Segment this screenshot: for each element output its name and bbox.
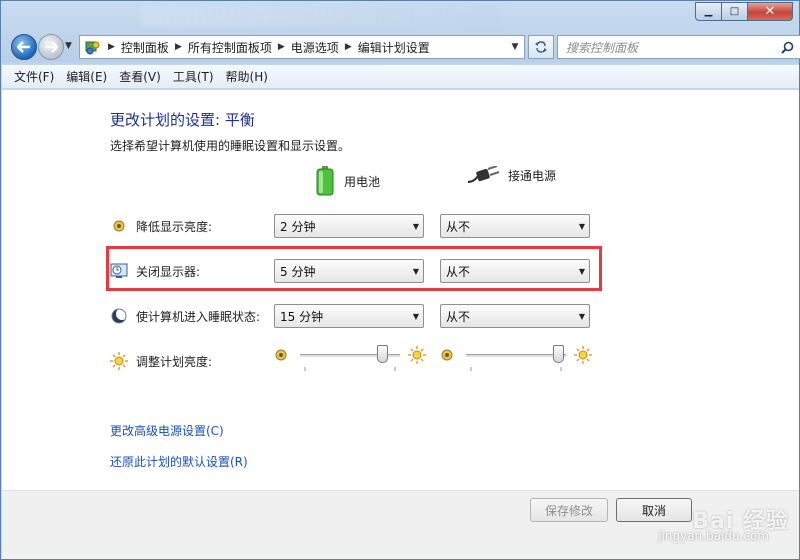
recent-pages-dropdown[interactable]: ▼ (65, 41, 72, 51)
chevron-right-icon[interactable]: ▶ (278, 42, 285, 52)
turn-off-display-battery-value: 5 分钟 (280, 264, 316, 279)
chevron-down-icon: ▼ (578, 221, 585, 231)
dim-display-battery-value: 2 分钟 (280, 219, 316, 234)
content-pane: 更改计划的设置: 平衡 选择希望计算机使用的睡眠设置和显示设置。 用电池 接通电… (2, 90, 799, 490)
sleep-plugged-select[interactable]: 从不 ▼ (440, 304, 590, 328)
arrow-right-icon (45, 41, 58, 53)
cancel-button[interactable]: 取消 (616, 498, 692, 522)
monitor-clock-icon (110, 262, 128, 280)
sun-icon (110, 352, 128, 370)
turn-off-display-battery-select[interactable]: 5 分钟 ▼ (274, 259, 424, 283)
turn-off-display-plugged-value: 从不 (446, 264, 471, 279)
setting-dim-display: 降低显示亮度: (110, 217, 212, 235)
chevron-down-icon: ▼ (578, 311, 585, 321)
page-subtitle: 选择希望计算机使用的睡眠设置和显示设置。 (110, 139, 351, 153)
breadcrumb-control-panel[interactable]: 控制面板 (121, 39, 169, 56)
menu-bar: 文件(F) 编辑(E) 查看(V) 工具(T) 帮助(H) (2, 65, 799, 89)
refresh-icon (535, 41, 547, 53)
search-icon[interactable] (781, 41, 794, 54)
chevron-down-icon: ▼ (578, 266, 585, 276)
menu-tools[interactable]: 工具(T) (167, 68, 220, 85)
title-bar (141, 5, 501, 27)
back-button[interactable] (11, 34, 37, 60)
sleep-battery-select[interactable]: 15 分钟 ▼ (274, 304, 424, 328)
sleep-battery-value: 15 分钟 (280, 309, 324, 324)
chevron-down-icon: ▼ (412, 311, 419, 321)
restore-defaults-link[interactable]: 还原此计划的默认设置(R) (110, 453, 248, 470)
maximize-button[interactable]: □ (721, 2, 747, 21)
slider-track[interactable] (466, 354, 566, 358)
breadcrumb-power-options[interactable]: 电源选项 (291, 39, 339, 56)
footer-bar: 保存修改 取消 (2, 490, 799, 559)
moon-icon (110, 307, 128, 325)
breadcrumb-all-items[interactable]: 所有控制面板项 (188, 39, 272, 56)
control-panel-icon (84, 39, 102, 55)
menu-help[interactable]: 帮助(H) (220, 68, 274, 85)
watermark-url: jingyan.baidu.com (658, 529, 769, 543)
close-button[interactable]: ✕ (747, 2, 793, 21)
bright-sun-icon (408, 346, 426, 364)
menu-view[interactable]: 查看(V) (113, 68, 167, 85)
menu-edit[interactable]: 编辑(E) (60, 68, 113, 85)
page-title: 更改计划的设置: 平衡 (110, 111, 255, 129)
minimize-button[interactable]: ▁ (695, 2, 721, 21)
breadcrumb-edit-plan[interactable]: 编辑计划设置 (358, 39, 430, 56)
sleep-plugged-value: 从不 (446, 309, 471, 324)
address-bar[interactable]: ▶ 控制面板 ▶ 所有控制面板项 ▶ 电源选项 ▶ 编辑计划设置 ▼ (79, 35, 525, 59)
slider-ticks (470, 367, 562, 371)
turn-off-display-plugged-select[interactable]: 从不 ▼ (440, 259, 590, 283)
dim-display-plugged-value: 从不 (446, 219, 471, 234)
window: ▁ □ ✕ ▼ ▶ 控制面板 ▶ 所有控制面板项 ▶ 电源选项 ▶ 编辑计划设置… (0, 0, 800, 560)
search-placeholder: 搜索控制面板 (566, 40, 639, 55)
dim-brightness-icon (441, 349, 453, 361)
arrow-left-icon (17, 41, 30, 53)
power-plug-icon (467, 166, 500, 183)
dim-brightness-icon (275, 349, 287, 361)
forward-button[interactable] (38, 34, 64, 60)
save-button[interactable]: 保存修改 (530, 498, 608, 522)
menu-file[interactable]: 文件(F) (8, 68, 60, 85)
search-input[interactable]: 搜索控制面板 (557, 35, 800, 59)
slider-thumb[interactable] (553, 345, 564, 363)
chevron-right-icon[interactable]: ▶ (345, 42, 352, 52)
setting-sleep: 使计算机进入睡眠状态: (110, 307, 260, 325)
slider-thumb[interactable] (377, 345, 388, 363)
chevron-right-icon[interactable]: ▶ (175, 42, 182, 52)
window-controls: ▁ □ ✕ (695, 2, 793, 21)
refresh-button[interactable] (528, 35, 554, 59)
advanced-settings-link[interactable]: 更改高级电源设置(C) (110, 422, 224, 439)
bright-sun-icon (574, 346, 592, 364)
navigation-bar: ▼ ▶ 控制面板 ▶ 所有控制面板项 ▶ 电源选项 ▶ 编辑计划设置 ▼ 搜索控… (9, 32, 800, 62)
setting-sleep-label: 使计算机进入睡眠状态: (136, 309, 261, 324)
setting-brightness: 调整计划亮度: (110, 352, 212, 370)
dim-brightness-icon (110, 217, 128, 235)
chevron-down-icon[interactable]: ▼ (506, 42, 524, 52)
column-plugged: 接通电源 (466, 166, 556, 184)
slider-ticks (304, 367, 396, 371)
column-plugged-label: 接通电源 (508, 168, 557, 183)
setting-turn-off-display: 关闭显示器: (110, 262, 200, 280)
brightness-plugged-slider[interactable] (440, 345, 592, 371)
chevron-right-icon: ▶ (108, 42, 115, 52)
setting-turn-off-display-label: 关闭显示器: (136, 264, 201, 279)
dim-display-battery-select[interactable]: 2 分钟 ▼ (274, 214, 424, 238)
chevron-down-icon: ▼ (412, 266, 419, 276)
setting-brightness-label: 调整计划亮度: (136, 354, 213, 369)
dim-display-plugged-select[interactable]: 从不 ▼ (440, 214, 590, 238)
chevron-down-icon: ▼ (412, 221, 419, 231)
column-battery: 用电池 (316, 166, 380, 196)
setting-dim-display-label: 降低显示亮度: (136, 219, 213, 234)
battery-icon (316, 166, 334, 196)
column-battery-label: 用电池 (344, 174, 381, 189)
brightness-battery-slider[interactable] (274, 345, 426, 371)
